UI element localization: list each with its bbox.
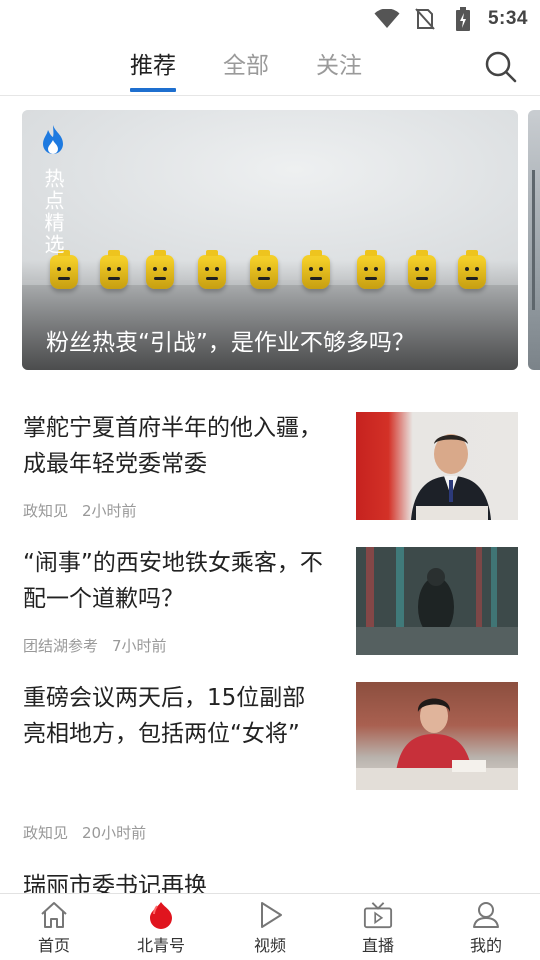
wifi-icon: [374, 7, 400, 31]
news-time: 2小时前: [82, 502, 137, 520]
tab-following[interactable]: 关注: [316, 48, 362, 88]
hero-banner[interactable]: 热点精选 粉丝热衷“引战”，是作业不够多吗？: [22, 110, 518, 370]
hot-picks-label: 热点精选: [41, 168, 65, 256]
nav-video[interactable]: 视频: [230, 900, 310, 956]
news-thumbnail[interactable]: [356, 682, 518, 790]
nav-live[interactable]: 直播: [338, 900, 418, 956]
tab-label: 全部: [223, 53, 269, 79]
nav-label: 首页: [37, 936, 70, 955]
nav-label: 我的: [469, 936, 502, 955]
news-item[interactable]: 瑞丽市委书记再换: [0, 866, 540, 896]
news-thumbnail[interactable]: [356, 412, 518, 520]
tab-label: 关注: [316, 53, 362, 79]
news-item[interactable]: 掌舵宁夏首府半年的他入疆，成最年轻党委常委 政知见 2小时前: [0, 408, 540, 538]
news-time: 7小时前: [112, 637, 167, 655]
nav-label: 北青号: [136, 936, 185, 955]
hot-picks-badge: 热点精选: [40, 124, 66, 256]
news-meta: 政知见 20小时前: [23, 822, 146, 843]
news-thumbnail[interactable]: [356, 547, 518, 655]
user-icon: [471, 900, 501, 930]
home-icon: [39, 900, 69, 930]
news-source: 政知见: [23, 824, 69, 842]
search-icon[interactable]: [484, 50, 518, 84]
battery-charging-icon: [450, 7, 476, 31]
news-title[interactable]: 掌舵宁夏首府半年的他入疆，成最年轻党委常委: [23, 410, 323, 482]
flame-icon: [41, 124, 65, 160]
official-photo: [411, 434, 491, 520]
news-title[interactable]: 瑞丽市委书记再换: [23, 868, 323, 896]
status-bar: 5:34: [0, 0, 540, 38]
active-tab-indicator: [130, 88, 176, 92]
news-title[interactable]: 重磅会议两天后，15位副部亮相地方，包括两位“女将”: [23, 680, 323, 752]
nav-label: 视频: [253, 936, 286, 955]
top-tab-bar: 推荐 全部 关注: [0, 38, 540, 96]
subway-photo: [356, 547, 518, 655]
nav-home[interactable]: 首页: [14, 900, 94, 956]
news-time: 20小时前: [82, 824, 147, 842]
tab-recommend[interactable]: 推荐: [130, 48, 176, 92]
tv-icon: [363, 900, 393, 930]
status-time: 5:34: [487, 8, 528, 29]
news-source: 团结湖参考: [23, 637, 99, 655]
bottom-nav-bar: 首页 北青号 视频 直播 我的: [0, 893, 540, 960]
nav-beiqing[interactable]: 北青号: [121, 900, 201, 956]
news-meta: 政知见 2小时前: [23, 500, 137, 521]
play-icon: [255, 900, 285, 930]
hero-title[interactable]: 粉丝热衷“引战”，是作业不够多吗？: [46, 326, 415, 360]
no-sim-icon: [412, 7, 438, 31]
next-banner-peek[interactable]: [528, 110, 540, 370]
nav-label: 直播: [361, 936, 394, 955]
beiqing-logo-icon: [146, 900, 176, 930]
news-item[interactable]: “闹事”的西安地铁女乘客，不配一个道歉吗？ 团结湖参考 7小时前: [0, 543, 540, 673]
news-title[interactable]: “闹事”的西安地铁女乘客，不配一个道歉吗？: [23, 545, 323, 617]
tab-label: 推荐: [130, 53, 176, 79]
official-woman-photo: [356, 698, 518, 790]
tab-all[interactable]: 全部: [223, 48, 269, 88]
news-meta: 团结湖参考 7小时前: [23, 635, 167, 656]
nav-me[interactable]: 我的: [446, 900, 526, 956]
news-source: 政知见: [23, 502, 69, 520]
news-item[interactable]: 重磅会议两天后，15位副部亮相地方，包括两位“女将” 政知见 20小时前: [0, 678, 540, 848]
